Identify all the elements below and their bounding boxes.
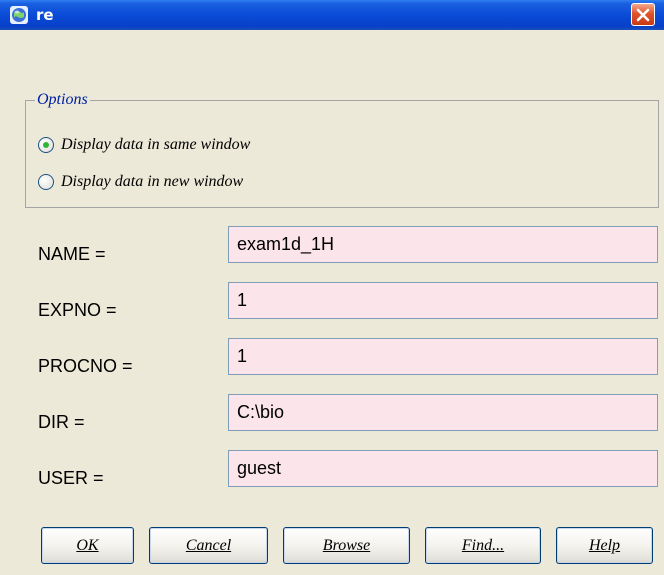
close-button[interactable] bbox=[631, 3, 655, 26]
window-title: re bbox=[36, 6, 54, 24]
radio-label: Display data in same window bbox=[61, 136, 251, 153]
dir-field[interactable] bbox=[228, 394, 658, 431]
options-legend: Options bbox=[35, 91, 90, 109]
radio-label: Display data in new window bbox=[61, 173, 244, 190]
dir-label: DIR = bbox=[38, 412, 85, 432]
help-button[interactable]: Help bbox=[556, 527, 653, 564]
browse-button[interactable]: Browse bbox=[283, 527, 410, 564]
close-icon bbox=[636, 8, 650, 22]
radio-button[interactable] bbox=[38, 174, 54, 190]
ok-button[interactable]: OK bbox=[41, 527, 134, 564]
name-field[interactable] bbox=[228, 226, 658, 263]
title-bar[interactable]: re bbox=[0, 0, 664, 30]
expno-label: EXPNO = bbox=[38, 300, 117, 320]
find-button[interactable]: Find... bbox=[425, 527, 541, 564]
globe-icon bbox=[10, 6, 28, 24]
user-label: USER = bbox=[38, 468, 104, 488]
procno-field[interactable] bbox=[228, 338, 658, 375]
dialog-window: re Options Display data in same window D… bbox=[0, 0, 664, 575]
expno-field[interactable] bbox=[228, 282, 658, 319]
user-field[interactable] bbox=[228, 450, 658, 487]
radio-new-window[interactable]: Display data in new window bbox=[38, 171, 243, 193]
cancel-button[interactable]: Cancel bbox=[149, 527, 268, 564]
procno-label: PROCNO = bbox=[38, 356, 133, 376]
name-label: NAME = bbox=[38, 244, 106, 264]
radio-button-selected[interactable] bbox=[38, 137, 54, 153]
radio-same-window[interactable]: Display data in same window bbox=[38, 134, 250, 156]
